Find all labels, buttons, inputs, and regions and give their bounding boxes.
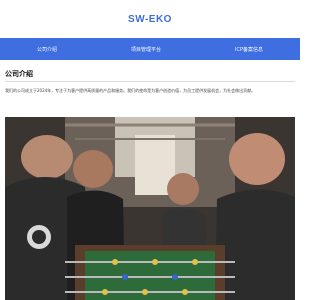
- main-nav: 公司介绍 项目管理平台 ICP备案信息: [0, 38, 300, 60]
- foosball-photo-illustration: [5, 117, 295, 300]
- nav-item-project-platform[interactable]: 项目管理平台: [131, 46, 161, 53]
- nav-item-icp[interactable]: ICP备案信息: [235, 46, 263, 53]
- nav-item-company[interactable]: 公司介绍: [37, 46, 57, 53]
- company-intro-text: 我们的公司成立于2024年，专注于为客户提供高质量的产品和服务。我们的使命是为客…: [5, 88, 256, 93]
- site-title: SW-EKO: [128, 13, 172, 25]
- section-title: 公司介绍: [5, 70, 33, 78]
- hero-photo: [5, 117, 295, 300]
- main-content: 公司介绍 我们的公司成立于2024年，专注于为客户提供高质量的产品和服务。我们的…: [0, 70, 300, 94]
- site-header: SW-EKO: [0, 0, 300, 38]
- section-divider: [5, 81, 295, 82]
